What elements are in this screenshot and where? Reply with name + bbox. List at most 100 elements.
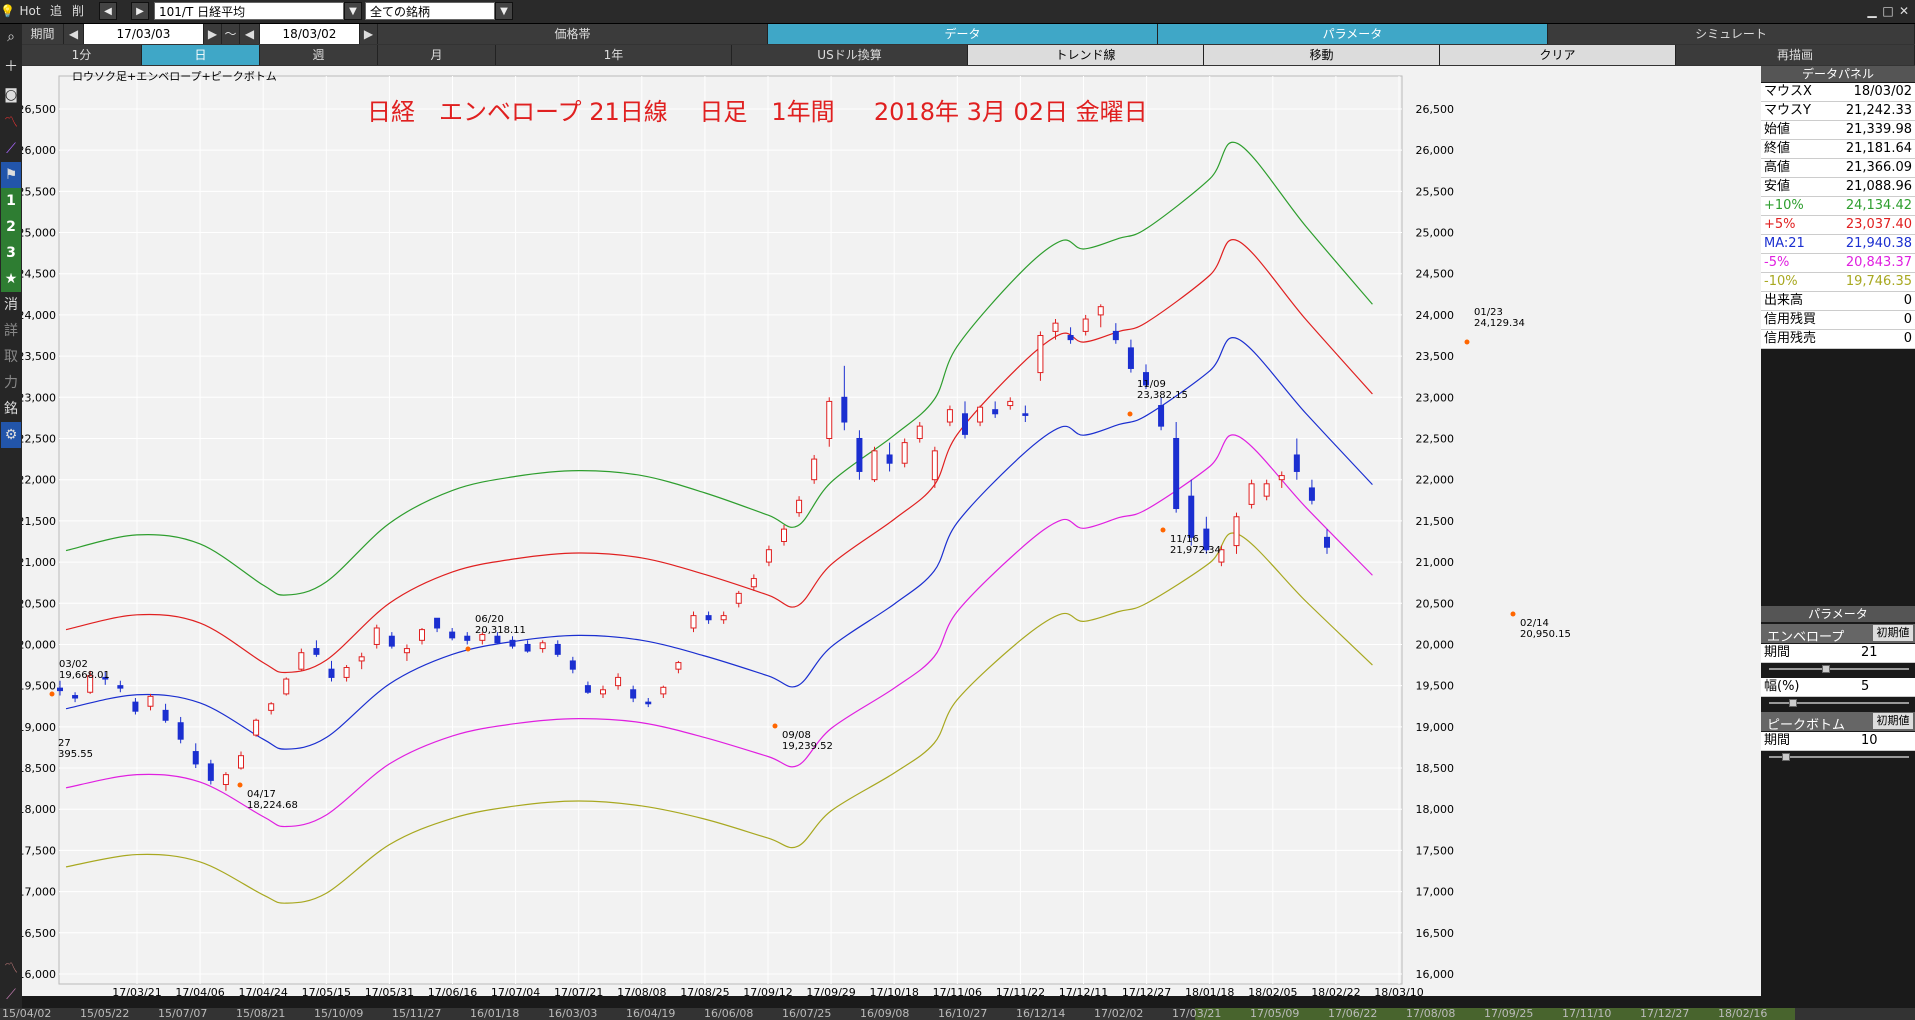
gear-icon[interactable]: ⚙ bbox=[1, 422, 21, 448]
camera-icon[interactable]: ◙ bbox=[1, 82, 21, 108]
data-row: 信用残売 0 bbox=[1761, 330, 1915, 349]
plus-icon[interactable]: ＋ bbox=[1, 54, 21, 80]
maximize-icon[interactable]: □ bbox=[1880, 0, 1896, 22]
timeframe-week[interactable]: 週 bbox=[260, 45, 378, 65]
prev-symbol-icon[interactable]: ◀ bbox=[99, 2, 117, 20]
candle-body bbox=[464, 635, 471, 641]
universe-dropdown-icon[interactable]: ▼ bbox=[495, 2, 513, 20]
y-tick-label-left: 21,000 bbox=[22, 556, 56, 569]
peakbottom-reset-button[interactable]: 初期値 bbox=[1873, 713, 1913, 729]
tab-data[interactable]: データ bbox=[768, 24, 1158, 44]
symbol-dropdown-icon[interactable]: ▼ bbox=[344, 2, 362, 20]
candle-body bbox=[946, 409, 953, 423]
tab-price-range[interactable]: 価格帯 bbox=[378, 24, 768, 44]
preset-3-button[interactable]: 3 bbox=[1, 240, 21, 266]
data-row-value: 21,088.96 bbox=[1845, 179, 1912, 194]
data-row-value: 20,843.37 bbox=[1845, 255, 1912, 270]
data-row: -10% 19,746.35 bbox=[1761, 273, 1915, 292]
envelope-period-slider-thumb[interactable] bbox=[1821, 665, 1830, 673]
timeframe-1year[interactable]: 1年 bbox=[496, 45, 732, 65]
erase-button[interactable]: 消 bbox=[1, 292, 21, 318]
y-tick-label-left: 25,500 bbox=[22, 185, 56, 198]
trendline-button[interactable]: トレンド線 bbox=[968, 45, 1204, 65]
timeframe-day[interactable]: 日 bbox=[142, 45, 260, 65]
envelope-width-slider-thumb[interactable] bbox=[1788, 699, 1797, 707]
candle-body bbox=[645, 701, 652, 705]
hot-button[interactable]: Hot bbox=[16, 0, 44, 22]
timeframe-month[interactable]: 月 bbox=[378, 45, 496, 65]
power-button[interactable]: 力 bbox=[1, 370, 21, 396]
tab-simulate[interactable]: シミュレート bbox=[1548, 24, 1915, 44]
overview-date-label: 15/04/02 bbox=[2, 1008, 52, 1020]
date-from-next-icon[interactable]: ▶ bbox=[204, 24, 222, 44]
x-tick-label: 17/12/11 bbox=[1059, 986, 1108, 996]
data-row: 出来高 0 bbox=[1761, 292, 1915, 311]
date-to-next-icon[interactable]: ▶ bbox=[360, 24, 378, 44]
date-from-prev-icon[interactable]: ◀ bbox=[64, 24, 84, 44]
y-tick-label-left: 18,500 bbox=[22, 762, 56, 775]
flag-icon[interactable]: ⚑ bbox=[1, 162, 21, 188]
preset-1-button[interactable]: 1 bbox=[1, 188, 21, 214]
peakbottom-period-slider[interactable] bbox=[1769, 753, 1909, 761]
candle-body bbox=[298, 652, 305, 670]
annotation-date: 02/14 bbox=[1520, 618, 1549, 629]
envelope-width-slider[interactable] bbox=[1769, 699, 1909, 707]
overview-date-label: 15/07/07 bbox=[158, 1008, 208, 1020]
overview-date-label: 17/11/10 bbox=[1562, 1008, 1612, 1020]
peakbottom-name: ピークボトム bbox=[1767, 718, 1846, 733]
date-to-input[interactable]: 18/03/02 bbox=[260, 24, 360, 44]
annotation-date: 01/23 bbox=[1474, 307, 1503, 318]
data-row: -5% 20,843.37 bbox=[1761, 254, 1915, 273]
next-symbol-icon[interactable]: ▶ bbox=[131, 2, 149, 20]
y-tick-label-right: 22,500 bbox=[1416, 432, 1455, 445]
envelope-width-value[interactable]: 5 bbox=[1861, 678, 1869, 696]
redraw-button[interactable]: 再描画 bbox=[1676, 45, 1915, 65]
chart-area[interactable]: 03/02 19,668.01 04/17 18,224.68 06/20 20,318.… bbox=[22, 66, 1762, 996]
overview-date-label: 16/10/27 bbox=[938, 1008, 988, 1020]
candle-body bbox=[253, 719, 260, 736]
detail-button[interactable]: 詳 bbox=[1, 318, 21, 344]
data-row-label: +5% bbox=[1764, 217, 1796, 232]
candle-body bbox=[841, 396, 848, 423]
line-chart-icon[interactable]: 〽 bbox=[1, 110, 21, 136]
y-tick-label-left: 18,000 bbox=[22, 803, 56, 816]
symbol-input[interactable]: 101/T 日経平均 bbox=[154, 2, 344, 20]
peakbottom-period-value[interactable]: 10 bbox=[1861, 732, 1878, 750]
preset-2-button[interactable]: 2 bbox=[1, 214, 21, 240]
peakbottom-period-slider-thumb[interactable] bbox=[1782, 753, 1791, 761]
chart-thumb-icon[interactable]: 〽 bbox=[1, 956, 21, 982]
timeframe-1min[interactable]: 1分 bbox=[22, 45, 142, 65]
search-icon[interactable]: ⌕ bbox=[1, 24, 21, 50]
symbol-button[interactable]: 銘 bbox=[1, 396, 21, 422]
data-row-value: 21,366.09 bbox=[1845, 160, 1912, 175]
star-icon[interactable]: ★ bbox=[1, 266, 21, 292]
overview-date-bar[interactable]: 15/04/02 15/05/22 15/07/07 15/08/21 15/10/09… bbox=[0, 1008, 1915, 1020]
data-row-label: 終値 bbox=[1764, 141, 1791, 156]
move-button[interactable]: 移動 bbox=[1204, 45, 1440, 65]
envelope-period-value[interactable]: 21 bbox=[1861, 644, 1878, 662]
candle-body bbox=[419, 629, 425, 641]
envelope-chart[interactable]: 03/0219,668.01 04/1718,224.68 06/2020,318.… bbox=[22, 66, 1762, 996]
tab-parameters[interactable]: パラメータ bbox=[1158, 24, 1548, 44]
add-button[interactable]: 追 bbox=[46, 0, 66, 22]
y-tick-label-right: 18,500 bbox=[1416, 762, 1455, 775]
candle-body bbox=[1067, 335, 1074, 341]
trend-icon[interactable]: ⟋ bbox=[1, 136, 21, 162]
date-to-prev-icon[interactable]: ◀ bbox=[240, 24, 260, 44]
clear-button[interactable]: クリア bbox=[1440, 45, 1676, 65]
usd-conversion-button[interactable]: USドル換算 bbox=[732, 45, 968, 65]
candle-body bbox=[403, 648, 410, 654]
y-tick-label-left: 22,500 bbox=[22, 432, 56, 445]
bulb-icon[interactable]: 💡 bbox=[0, 0, 15, 22]
y-tick-label-left: 20,000 bbox=[22, 638, 56, 651]
delete-button[interactable]: 削 bbox=[68, 0, 88, 22]
envelope-reset-button[interactable]: 初期値 bbox=[1873, 625, 1913, 641]
minimize-icon[interactable]: ▁ bbox=[1864, 0, 1880, 22]
universe-select[interactable]: 全ての銘柄 bbox=[365, 2, 495, 20]
envelope-period-slider[interactable] bbox=[1769, 665, 1909, 673]
fetch-button[interactable]: 取 bbox=[1, 344, 21, 370]
date-from-input[interactable]: 17/03/03 bbox=[84, 24, 204, 44]
trend-thumb-icon[interactable]: ⟋ bbox=[1, 982, 21, 1008]
close-icon[interactable]: ✕ bbox=[1896, 0, 1912, 22]
candle-body bbox=[931, 450, 938, 481]
